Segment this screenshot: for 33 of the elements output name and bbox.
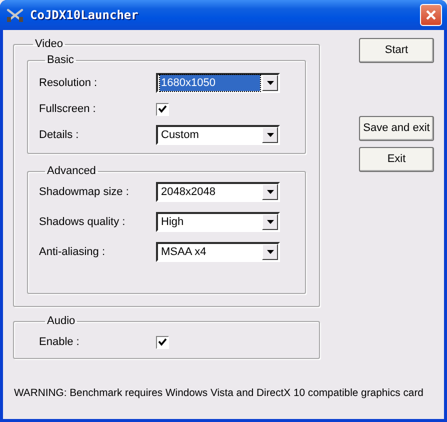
dropdown-arrow-icon <box>266 250 274 254</box>
group-label: Video <box>34 37 64 51</box>
dialog-button[interactable]: Start <box>359 38 434 63</box>
dropdown[interactable]: Custom <box>156 125 280 145</box>
checkmark-icon <box>158 105 167 113</box>
dropdown-arrow-icon <box>266 220 274 224</box>
close-button[interactable] <box>420 4 442 26</box>
checkmark-icon <box>158 338 167 346</box>
group-label: Audio <box>46 314 76 328</box>
dialog-button[interactable]: Exit <box>359 147 434 172</box>
group-label: Basic <box>46 53 75 67</box>
dropdown[interactable]: MSAA x4 <box>156 242 280 262</box>
checkbox[interactable] <box>156 102 169 116</box>
close-icon <box>425 9 437 21</box>
dropdown[interactable]: 2048x2048 <box>156 182 280 202</box>
dropdown[interactable]: 1680x1050 <box>156 73 280 93</box>
warning-text: WARNING: Benchmark requires Windows Vista and DirectX 10 compatible graphics card <box>13 387 424 401</box>
window-title: CoJDX10Launcher <box>30 7 138 24</box>
field-label: Details : <box>39 128 80 143</box>
app-icon <box>6 7 24 23</box>
dropdown-arrow-icon <box>266 133 274 137</box>
field-label: Enable : <box>39 334 80 350</box>
dropdown[interactable]: High <box>156 212 280 232</box>
field-label: Shadows quality : <box>39 214 126 230</box>
field-label: Shadowmap size : <box>39 184 130 200</box>
dropdown-arrow-icon <box>266 190 274 194</box>
field-label: Resolution : <box>39 76 98 91</box>
checkbox[interactable] <box>156 336 169 348</box>
group-label: Advanced <box>46 164 97 178</box>
dialog-button[interactable]: Save and exit <box>359 116 434 141</box>
dropdown-arrow-icon <box>266 81 274 85</box>
field-label: Anti-aliasing : <box>39 244 106 260</box>
field-label: Fullscreen : <box>39 102 97 117</box>
